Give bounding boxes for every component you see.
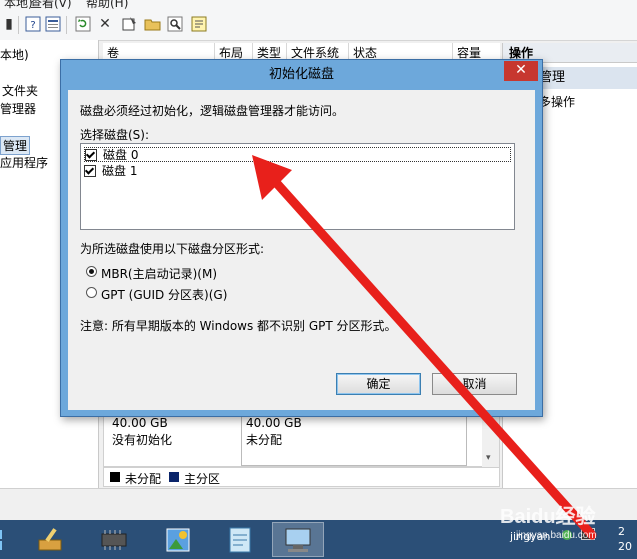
- paint-icon[interactable]: [24, 522, 76, 557]
- properties-icon[interactable]: [44, 15, 62, 33]
- cancel-button[interactable]: 取消: [432, 373, 517, 395]
- primary-swatch: [169, 472, 179, 482]
- tree-item-management[interactable]: 管理: [0, 136, 31, 155]
- gpt-label[interactable]: GPT (GUID 分区表)(G): [101, 286, 227, 303]
- disk-list-item[interactable]: 磁盘 0: [84, 147, 511, 162]
- export-icon[interactable]: [190, 15, 208, 33]
- legend-unallocated: 未分配: [125, 472, 162, 486]
- watermark-url: jingyan.baidu.com: [516, 530, 597, 541]
- disk0-status: 没有初始化: [112, 433, 173, 447]
- chip-icon[interactable]: [88, 522, 140, 557]
- mbr-label[interactable]: MBR(主启动记录)(M): [101, 265, 217, 282]
- disk-list-item[interactable]: 磁盘 1: [84, 163, 511, 178]
- dialog-body: 磁盘必须经过初始化，逻辑磁盘管理器才能访问。 选择磁盘(S): 磁盘 0 磁盘 …: [68, 90, 535, 410]
- disk1-label: 磁盘 1: [102, 164, 138, 178]
- disk0-checkbox[interactable]: [85, 148, 97, 161]
- watermark-logo: Baidu经验: [500, 506, 596, 528]
- disk1-checkbox[interactable]: [84, 164, 96, 177]
- toolbar-separator: [18, 16, 19, 34]
- mbr-radio[interactable]: [86, 266, 97, 277]
- toolbar: ▮ ? ✕: [0, 10, 637, 41]
- clock[interactable]: 2 20: [618, 524, 632, 554]
- windows-icon[interactable]: [0, 522, 18, 557]
- disk0-size: 40.00 GB: [112, 416, 168, 430]
- back-icon[interactable]: ▮: [0, 15, 18, 33]
- close-button[interactable]: ✕: [504, 61, 538, 81]
- search-icon[interactable]: [166, 15, 184, 33]
- legend-primary: 主分区: [184, 472, 221, 486]
- refresh-icon[interactable]: [74, 15, 92, 33]
- disk1-size: 40.00 GB: [246, 416, 302, 430]
- close-icon: ✕: [515, 62, 527, 78]
- notepad-icon[interactable]: [214, 522, 266, 557]
- help-icon[interactable]: ?: [24, 15, 42, 33]
- disk-list[interactable]: 磁盘 0 磁盘 1: [80, 143, 515, 230]
- more-actions-link[interactable]: 多操作: [539, 93, 575, 110]
- tree-item-manager[interactable]: 管理器: [0, 100, 36, 117]
- svg-text:?: ?: [30, 20, 35, 31]
- photos-icon[interactable]: [152, 522, 204, 557]
- dialog-title: 初始化磁盘: [268, 67, 334, 82]
- toolbar-separator: [66, 16, 67, 34]
- computer-management-icon[interactable]: [272, 522, 324, 557]
- scroll-down-icon[interactable]: ▾: [486, 453, 491, 463]
- tree-item-apps[interactable]: 应用程序: [0, 154, 48, 171]
- disk0-label: 磁盘 0: [103, 148, 139, 162]
- settings-icon[interactable]: [120, 15, 138, 33]
- partition-style-label: 为所选磁盘使用以下磁盘分区形式:: [80, 242, 265, 256]
- gpt-note: 注意: 所有早期版本的 Windows 都不识别 GPT 分区形式。: [80, 319, 397, 333]
- open-folder-icon[interactable]: [144, 15, 162, 33]
- tree-item-local[interactable]: 本地): [0, 46, 29, 63]
- disk1-status: 未分配: [246, 433, 283, 447]
- tree-item-folder[interactable]: 文件夹: [2, 82, 38, 99]
- dialog-description: 磁盘必须经过初始化，逻辑磁盘管理器才能访问。: [80, 104, 345, 118]
- ok-button[interactable]: 确定: [336, 373, 421, 395]
- gpt-radio[interactable]: [86, 287, 97, 298]
- delete-icon[interactable]: ✕: [96, 15, 114, 33]
- unallocated-swatch: [110, 472, 120, 482]
- initialize-disk-dialog: 初始化磁盘 ✕ 磁盘必须经过初始化，逻辑磁盘管理器才能访问。 选择磁盘(S): …: [60, 59, 543, 417]
- select-disks-label: 选择磁盘(S):: [80, 128, 150, 142]
- partition-legend: 未分配 主分区: [103, 467, 500, 487]
